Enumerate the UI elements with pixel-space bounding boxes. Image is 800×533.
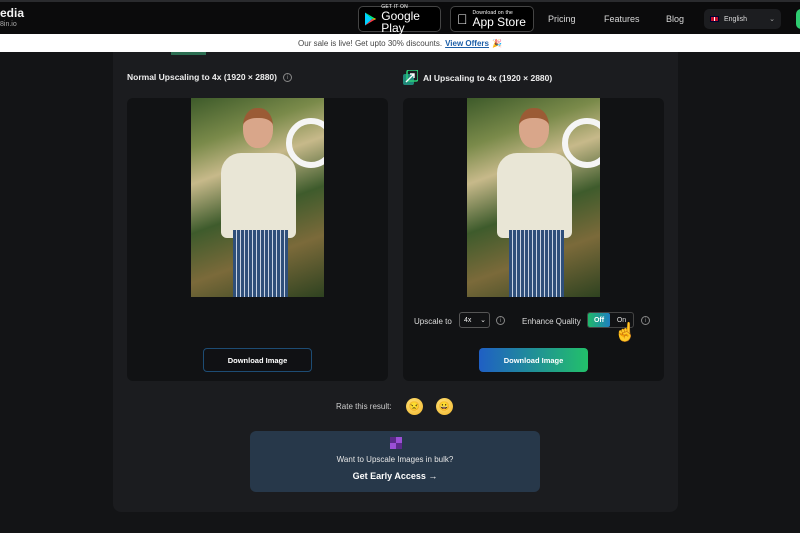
uk-flag-icon [710,16,719,22]
language-label: English [724,15,747,23]
hand-cursor-icon: ☝ [614,322,637,342]
enhance-quality-label: Enhance Quality [522,317,581,326]
normal-result-image [191,98,324,297]
party-icon: 🎉 [491,38,502,48]
ai-title: AI Upscaling to 4x (1920 × 2880) [403,70,552,85]
ai-result-image [467,98,600,297]
bulk-question: Want to Upscale Images in bulk? [336,455,454,464]
chevron-down-icon: ⌄ [480,317,486,324]
normal-title-text: Normal Upscaling to 4x (1920 × 2880) [127,72,277,82]
get-early-access-link[interactable]: Get Early Access → [250,471,540,481]
ai-download-button[interactable]: Download Image [479,348,588,372]
apple-icon:  [457,11,468,27]
enhance-info-icon[interactable]: i [641,316,650,325]
google-play-icon [365,12,377,26]
sale-banner: Our sale is live! Get upto 30% discounts… [0,34,800,52]
upscale-select[interactable]: 4x ⌄ [459,312,490,328]
nav-pricing[interactable]: Pricing [548,14,576,24]
logo-text: edia [0,6,25,20]
upscale-value: 4x [464,316,472,324]
unamused-emoji-button[interactable]: 😒 [406,398,423,415]
google-play-big: Google Play [381,8,420,35]
toggle-off[interactable]: Off [588,313,610,327]
info-icon[interactable]: i [283,72,292,82]
upscale-to-label: Upscale to [414,317,452,326]
normal-title: Normal Upscaling to 4x (1920 × 2880) i [127,72,292,82]
ai-upscale-icon [403,70,418,85]
app-store-button[interactable]:  Download on the App Store [450,6,534,32]
top-navbar: edia 8in.io GET IT ON Google Play  Down… [0,0,800,34]
active-tab-indicator [171,52,206,55]
normal-panel [127,98,388,381]
normal-download-button[interactable]: Download Image [203,348,312,372]
view-offers-link[interactable]: View Offers [445,39,489,48]
app-store-big: App Store [462,14,526,29]
google-play-button[interactable]: GET IT ON Google Play [358,4,441,35]
upscale-info-icon[interactable]: i [496,316,505,325]
bulk-upscale-card: Want to Upscale Images in bulk? Get Earl… [250,431,540,492]
logo[interactable]: edia 8in.io [0,7,24,28]
nav-features[interactable]: Features [604,14,640,24]
banner-text: Our sale is live! Get upto 30% discounts… [298,38,443,48]
chevron-down-icon: ⌄ [769,16,775,23]
rate-label: Rate this result: [336,402,392,411]
logo-subtext: 8in.io [0,21,17,28]
language-select[interactable]: English ⌄ [704,9,781,29]
bulk-grid-icon [390,437,402,449]
nav-blog[interactable]: Blog [666,14,684,24]
signup-button[interactable] [796,9,800,29]
grinning-emoji-button[interactable]: 😀 [436,398,453,415]
ai-title-text: AI Upscaling to 4x (1920 × 2880) [423,72,553,83]
